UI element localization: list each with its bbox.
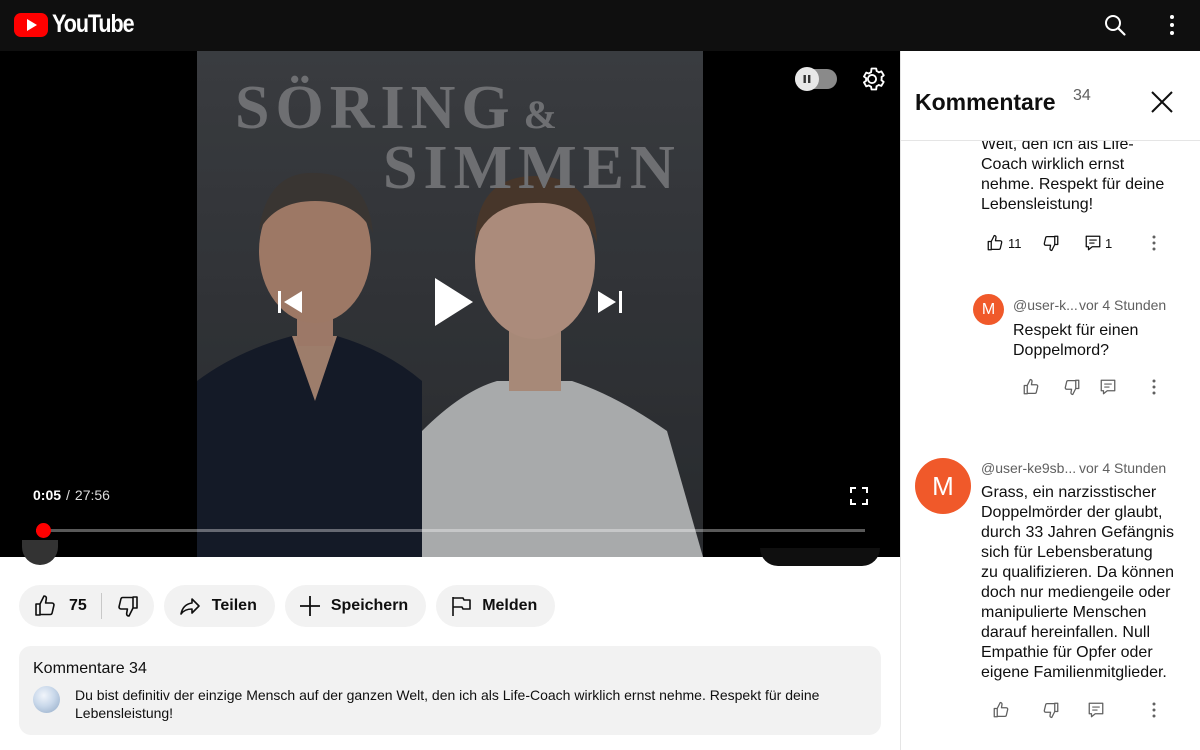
comment-line: durch 33 Jahren Gefängnis: [981, 524, 1175, 541]
comment-avatar[interactable]: M: [973, 294, 1004, 325]
logo-text: YouTube: [52, 10, 135, 38]
like-dislike-group: 75: [19, 585, 154, 627]
comments-panel-title: Kommentare: [915, 89, 1056, 115]
comment-reply-count: 1: [1105, 236, 1113, 251]
current-time: 0:05: [33, 487, 62, 503]
reply-icon[interactable]: [1099, 378, 1117, 396]
play-icon[interactable]: [425, 273, 481, 331]
more-vertical-icon[interactable]: [1145, 701, 1163, 719]
comment-line: Doppelmord?: [1013, 342, 1110, 359]
youtube-play-icon: [14, 12, 48, 37]
more-vertical-icon[interactable]: [1156, 9, 1188, 41]
comments-panel-header: Kommentare 34: [901, 51, 1200, 141]
comment-text: Welt, den ich als Life- Coach wirklich e…: [981, 135, 1191, 215]
thumbs-up-icon: [35, 595, 55, 616]
comments-panel-count: 34: [1073, 87, 1091, 104]
comment-line: Empathie für Opfer oder: [981, 644, 1153, 661]
duration: 27:56: [74, 487, 110, 503]
comment-text: Respekt für einen Doppelmord?: [1013, 321, 1193, 361]
comment-line: sich für Lebensberatung: [981, 544, 1153, 561]
comment-avatar[interactable]: M: [915, 458, 971, 514]
thumbs-down-icon[interactable]: [1042, 234, 1060, 252]
comment-author[interactable]: @user-ke9sb...: [981, 460, 1076, 476]
reply-icon[interactable]: [1084, 234, 1102, 252]
comment-line: darauf hereinfallen. Null: [981, 624, 1150, 641]
report-label: Melden: [482, 597, 538, 614]
share-icon: [179, 598, 200, 615]
comments-preview-text: Du bist definitiv der einzige Mensch auf…: [75, 687, 820, 721]
thumbs-up-icon[interactable]: [1022, 378, 1040, 396]
close-icon[interactable]: [1149, 89, 1175, 115]
comment-line: nehme. Respekt für deine: [981, 176, 1165, 193]
video-player[interactable]: SÖRING & SIMMEN 0:05/27:56: [0, 51, 900, 557]
comment-line: zu qualifizieren. Da können: [981, 564, 1175, 581]
like-button[interactable]: 75: [19, 585, 101, 627]
progress-bar[interactable]: [36, 529, 865, 532]
save-button[interactable]: Speichern: [284, 585, 427, 627]
subscribe-button[interactable]: [760, 548, 880, 566]
channel-avatar[interactable]: [22, 540, 58, 565]
comment-line: Lebensleistung!: [981, 196, 1094, 213]
comment-avatar: [33, 686, 60, 713]
save-label: Speichern: [330, 597, 409, 614]
comment-line: doch nur mediengeile oder: [981, 584, 1171, 601]
comment-line: manipulierte Menschen: [981, 604, 1147, 621]
fullscreen-icon[interactable]: [850, 487, 868, 505]
time-separator: /: [66, 487, 70, 503]
comment-line: Grass, ein narzisstischer: [981, 484, 1157, 501]
comment-time: vor 4 Stunden: [1079, 460, 1167, 476]
comments-preview[interactable]: Kommentare 34 Du bist definitiv der einz…: [19, 646, 881, 735]
thumbs-down-icon[interactable]: [1042, 701, 1060, 719]
thumbs-down-icon: [118, 596, 138, 617]
search-icon[interactable]: [1099, 9, 1131, 41]
youtube-logo[interactable]: YouTube: [14, 10, 147, 39]
flag-icon: [452, 597, 472, 616]
more-vertical-icon[interactable]: [1145, 234, 1163, 252]
dislike-button[interactable]: [102, 585, 154, 627]
comments-preview-title: Kommentare 34: [33, 660, 147, 677]
thumbs-up-icon[interactable]: [992, 701, 1010, 719]
comment-line: Respekt für einen: [1013, 322, 1139, 339]
settings-gear-icon[interactable]: [858, 65, 886, 93]
progress-scrubber[interactable]: [36, 523, 51, 538]
time-display: 0:05/27:56: [33, 487, 110, 503]
reply-icon[interactable]: [1087, 701, 1105, 719]
comment-line: Coach wirklich ernst: [981, 156, 1125, 173]
comment-line: eigene Familienmitglieder.: [981, 664, 1167, 681]
plus-icon: [299, 596, 320, 616]
previous-icon[interactable]: [272, 287, 308, 317]
thumbs-down-icon[interactable]: [1063, 378, 1081, 396]
autoplay-toggle[interactable]: [795, 67, 837, 91]
like-count: 75: [69, 597, 87, 614]
top-bar: YouTube: [0, 0, 1200, 51]
share-button[interactable]: Teilen: [163, 585, 275, 627]
next-icon[interactable]: [592, 287, 628, 317]
report-button[interactable]: Melden: [436, 585, 556, 627]
comment-line: Doppelmörder der glaubt,: [981, 504, 1163, 521]
comment-time: vor 4 Stunden: [1079, 297, 1167, 313]
comment-author[interactable]: @user-k...: [1013, 297, 1078, 313]
pause-icon: [795, 67, 819, 91]
action-bar: 75 Teilen Speichern Melden: [19, 585, 556, 627]
share-label: Teilen: [211, 597, 257, 614]
comment-like-count: 11: [1008, 236, 1022, 251]
comment-text: Grass, ein narzisstischer Doppelmörder d…: [981, 483, 1196, 683]
comments-panel: Kommentare 34 Welt, den ich als Life- Co…: [900, 51, 1200, 750]
more-vertical-icon[interactable]: [1145, 378, 1163, 396]
thumbs-up-icon[interactable]: [986, 234, 1004, 252]
